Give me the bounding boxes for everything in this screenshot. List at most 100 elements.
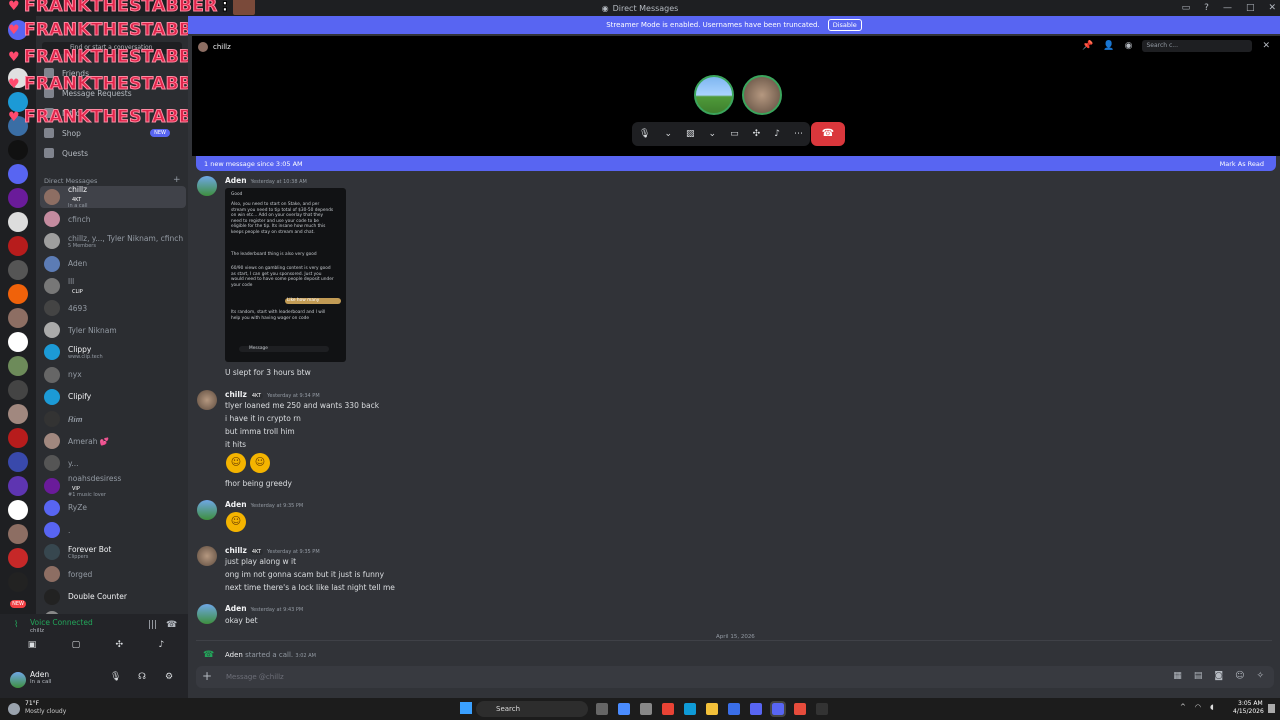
server-icon[interactable] xyxy=(8,572,28,592)
call-participant-avatar[interactable] xyxy=(694,75,734,115)
server-icon[interactable] xyxy=(8,476,28,496)
voice-channel[interactable]: chillz xyxy=(30,628,44,634)
server-icon[interactable] xyxy=(8,332,28,352)
chrome-icon[interactable] xyxy=(662,703,674,715)
copilot-icon[interactable] xyxy=(618,703,630,715)
dm-item[interactable]: chillz 4KT In a call xyxy=(40,185,186,209)
dm-item[interactable]: Forever Bot Clippers xyxy=(40,541,186,563)
new-messages-bar[interactable]: 1 new message since 3:05 AM Mark As Read xyxy=(196,156,1276,171)
dm-item[interactable]: Clippy www.clip.tech xyxy=(40,341,186,363)
chevron-down-icon[interactable]: ⌄ xyxy=(664,129,672,139)
disable-streamer-mode-button[interactable]: Disable xyxy=(827,19,862,31)
user-profile-icon[interactable]: ◉ xyxy=(1125,41,1133,51)
nav-quests[interactable]: Quests xyxy=(44,145,88,161)
settings-icon[interactable]: ⚙ xyxy=(165,672,173,682)
server-icon[interactable] xyxy=(8,356,28,376)
dm-item[interactable]: Aden xyxy=(40,253,186,275)
start-icon[interactable] xyxy=(460,702,472,714)
task-view-icon[interactable] xyxy=(596,703,608,715)
server-icon[interactable] xyxy=(8,380,28,400)
dm-item[interactable]: 𝑹𝒊𝒎 xyxy=(40,408,186,430)
server-icon[interactable] xyxy=(8,188,28,208)
dm-item[interactable]: cfinch xyxy=(40,208,186,230)
nav-friends[interactable]: Friends xyxy=(44,65,89,81)
message-author[interactable]: Aden xyxy=(225,604,247,613)
emoji-icon[interactable]: ☺ xyxy=(1235,671,1244,681)
taskbar-search[interactable]: Search xyxy=(476,701,588,717)
server-icon[interactable] xyxy=(8,452,28,472)
dm-item[interactable]: noahsdesiress VIP #1 music lover xyxy=(40,474,186,498)
gif-icon[interactable]: ▤ xyxy=(1194,671,1203,681)
dm-item[interactable]: lll CLIP xyxy=(40,275,186,297)
dm-item[interactable]: Clipify xyxy=(40,386,186,408)
server-icon[interactable] xyxy=(8,308,28,328)
close-button[interactable]: ✕ xyxy=(1268,3,1276,13)
dm-item[interactable]: Double Counter xyxy=(40,586,186,608)
leave-call-button[interactable]: ☎ xyxy=(811,122,845,146)
microphone-icon[interactable]: 🎙 xyxy=(639,129,650,139)
volume-icon[interactable]: ◖ xyxy=(1210,703,1214,711)
edge-icon[interactable] xyxy=(684,703,696,715)
app-icon[interactable] xyxy=(750,703,762,715)
add-attachment-icon[interactable]: + xyxy=(202,669,212,683)
message-author[interactable]: Aden xyxy=(225,176,247,185)
add-friend-icon[interactable]: 👤 xyxy=(1103,41,1114,51)
mark-as-read-button[interactable]: Mark As Read xyxy=(1220,160,1264,168)
dm-item[interactable]: nyx xyxy=(40,364,186,386)
nav-nitro[interactable]: Nitro xyxy=(44,105,80,121)
dm-item[interactable]: chillz, y..., Tyler Niknam, cfinch 5 Memb… xyxy=(40,230,186,252)
server-icon[interactable] xyxy=(8,404,28,424)
dm-item[interactable]: Tyler Niknam xyxy=(40,319,186,341)
search-input[interactable]: Search c... xyxy=(1142,40,1253,52)
chevron-up-icon[interactable]: ^ xyxy=(1180,703,1186,711)
app-icon[interactable] xyxy=(794,703,806,715)
server-icon[interactable] xyxy=(8,92,28,112)
inbox-icon[interactable]: ▭ xyxy=(1182,3,1191,13)
dm-item[interactable]: 4693 xyxy=(40,297,186,319)
noise-suppression-icon[interactable]: ||| xyxy=(148,620,157,630)
activities-icon[interactable]: ✣ xyxy=(753,129,761,139)
gift-icon[interactable]: ▦ xyxy=(1173,671,1182,681)
dm-item[interactable]: . xyxy=(40,519,186,541)
pin-icon[interactable]: 📌 xyxy=(1082,41,1093,51)
sticker-icon[interactable]: ◙ xyxy=(1214,671,1223,681)
maximize-button[interactable]: □ xyxy=(1246,3,1255,13)
server-icon[interactable] xyxy=(8,428,28,448)
nav-shop[interactable]: Shop NEW xyxy=(44,125,180,141)
signal-icon[interactable]: ⌇ xyxy=(14,620,18,630)
create-dm-button[interactable]: + xyxy=(173,175,181,185)
server-icon[interactable] xyxy=(8,140,28,160)
notifications-icon[interactable] xyxy=(1268,704,1275,713)
discord-taskbar-icon[interactable] xyxy=(770,701,786,717)
message-attachment-image[interactable]: Good Also, you need to start on Stake, a… xyxy=(225,188,346,362)
dm-home-icon[interactable] xyxy=(8,20,28,40)
chevron-down-icon[interactable]: ⌄ xyxy=(709,129,717,139)
activities-icon[interactable]: ✣ xyxy=(116,640,124,658)
avatar[interactable] xyxy=(197,390,217,410)
close-icon[interactable]: ✕ xyxy=(1262,41,1270,51)
headphones-icon[interactable]: ☊ xyxy=(138,672,146,682)
server-icon[interactable] xyxy=(8,500,28,520)
server-icon[interactable] xyxy=(8,524,28,544)
apps-icon[interactable]: ✧ xyxy=(1256,671,1264,681)
more-icon[interactable]: ⋯ xyxy=(794,129,803,139)
avatar[interactable] xyxy=(197,500,217,520)
screen-share-icon[interactable]: ▭ xyxy=(730,129,739,139)
help-icon[interactable]: ? xyxy=(1204,3,1209,13)
dm-item[interactable]: RyZe xyxy=(40,497,186,519)
find-conversation-button[interactable]: Find or start a conversation xyxy=(42,42,182,54)
message-author[interactable]: chillz xyxy=(225,390,247,399)
avatar[interactable] xyxy=(197,604,217,624)
avatar[interactable] xyxy=(10,672,26,688)
dm-item[interactable]: forged xyxy=(40,563,186,585)
server-icon[interactable] xyxy=(8,116,28,136)
server-icon[interactable] xyxy=(8,68,28,88)
app-icon[interactable] xyxy=(728,703,740,715)
user-name[interactable]: Aden xyxy=(30,670,49,679)
message-input[interactable]: Message @chillz xyxy=(226,673,284,681)
server-icon[interactable] xyxy=(8,164,28,184)
server-icon[interactable] xyxy=(8,212,28,232)
server-icon[interactable] xyxy=(8,260,28,280)
server-icon[interactable] xyxy=(8,284,28,304)
message-author[interactable]: chillz xyxy=(225,546,247,555)
